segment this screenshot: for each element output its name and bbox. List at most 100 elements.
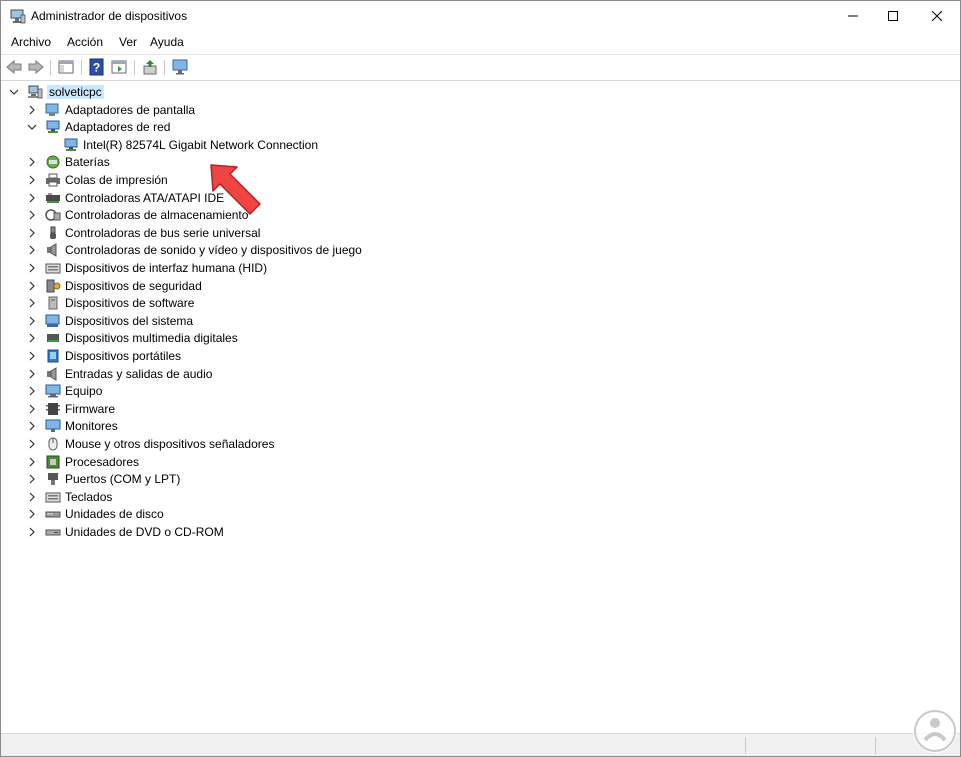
device-tree[interactable]: solveticpc Adaptadores de pantalla Adapta… [1,81,960,731]
root-label[interactable]: solveticpc [47,84,104,99]
expand-chevron-icon[interactable] [27,333,37,343]
expand-chevron-icon[interactable] [27,474,37,484]
ide-controller-icon [45,191,61,205]
tree-category-label[interactable]: Unidades de disco [65,507,164,521]
network-adapter-icon [45,120,61,134]
help-icon: ? [89,58,104,76]
back-button[interactable] [5,58,23,76]
tree-category-label[interactable]: Dispositivos de seguridad [65,279,202,293]
tree-category-label[interactable]: Mouse y otros dispositivos señaladores [65,437,274,451]
tree-category-label[interactable]: Controladoras de bus serie universal [65,226,260,240]
tree-category-item[interactable]: Unidades de disco [27,505,164,522]
expand-chevron-icon[interactable] [27,228,37,238]
tree-category-label[interactable]: Equipo [65,384,102,398]
show-hide-console-tree-button[interactable] [57,58,75,76]
expand-chevron-icon[interactable] [27,351,37,361]
expand-chevron-icon[interactable] [27,316,37,326]
collapse-chevron-icon[interactable] [9,87,19,97]
tree-category-item[interactable]: Puertos (COM y LPT) [27,470,180,487]
maximize-button[interactable] [871,1,915,31]
expand-chevron-icon[interactable] [27,386,37,396]
tree-category-label[interactable]: Dispositivos del sistema [65,314,193,328]
expand-chevron-icon[interactable] [27,157,37,167]
tree-category-label[interactable]: Adaptadores de red [65,120,170,134]
tree-category-item[interactable]: Equipo [27,382,102,399]
tree-category-item[interactable]: Dispositivos de software [27,294,194,311]
forward-button[interactable] [27,58,45,76]
network-device-label[interactable]: Intel(R) 82574L Gigabit Network Connecti… [83,138,318,152]
menu-accion[interactable]: Acción [67,35,103,49]
expand-chevron-icon[interactable] [27,439,37,449]
scan-hardware-button[interactable] [171,58,189,76]
tree-root[interactable]: solveticpc [9,83,104,100]
expand-chevron-icon[interactable] [27,193,37,203]
tree-category-label[interactable]: Colas de impresión [65,173,168,187]
expand-chevron-icon[interactable] [27,492,37,502]
tree-category-label[interactable]: Firmware [65,402,115,416]
expand-chevron-icon[interactable] [27,298,37,308]
update-driver-icon [143,60,157,75]
tree-category-label[interactable]: Entradas y salidas de audio [65,367,212,381]
tree-category-label[interactable]: Teclados [65,490,112,504]
properties-view-button[interactable] [110,58,128,76]
tree-category-item[interactable]: Dispositivos del sistema [27,312,193,329]
tree-category-label[interactable]: Controladoras de sonido y vídeo y dispos… [65,243,362,257]
tree-category-label[interactable]: Dispositivos de software [65,296,194,310]
close-button[interactable] [915,1,959,31]
tree-category-label[interactable]: Puertos (COM y LPT) [65,472,180,486]
tree-category-label[interactable]: Unidades de DVD o CD-ROM [65,525,224,539]
tree-category-label[interactable]: Controladoras ATA/ATAPI IDE [65,191,224,205]
software-device-icon [45,296,61,310]
minimize-button[interactable] [831,1,875,31]
expand-chevron-icon[interactable] [27,421,37,431]
menu-archivo[interactable]: Archivo [11,35,51,49]
tree-category-item[interactable]: Teclados [27,488,112,505]
tree-category-label[interactable]: Adaptadores de pantalla [65,103,195,117]
tree-category-label[interactable]: Procesadores [65,455,139,469]
collapse-chevron-icon[interactable] [27,122,37,132]
title-bar[interactable]: Administrador de dispositivos [1,1,960,31]
tree-category-item[interactable]: Colas de impresión [27,171,168,188]
tree-category-item[interactable]: Monitores [27,417,118,434]
tree-category-item[interactable]: Baterías [27,153,110,170]
expand-chevron-icon[interactable] [27,210,37,220]
expand-chevron-icon[interactable] [27,175,37,185]
tree-category-item[interactable]: Dispositivos de seguridad [27,277,202,294]
keyboard-icon [45,261,61,275]
expand-chevron-icon[interactable] [27,105,37,115]
tree-category-label[interactable]: Dispositivos portátiles [65,349,181,363]
tree-category-item[interactable]: Firmware [27,400,115,417]
toolbar: ? [1,54,960,81]
expand-chevron-icon[interactable] [27,404,37,414]
expand-chevron-icon[interactable] [27,263,37,273]
tree-category-item[interactable]: Controladoras de sonido y vídeo y dispos… [27,241,362,258]
tree-category-label[interactable]: Baterías [65,155,110,169]
expand-chevron-icon[interactable] [27,369,37,379]
expand-chevron-icon[interactable] [27,281,37,291]
toolbar-separator [164,60,165,75]
tree-category-label[interactable]: Dispositivos de interfaz humana (HID) [65,261,267,275]
tree-category-label[interactable]: Monitores [65,419,118,433]
tree-category-item[interactable]: Adaptadores de red [27,118,170,135]
update-driver-button[interactable] [141,58,159,76]
tree-category-item[interactable]: Procesadores [27,453,139,470]
help-button[interactable]: ? [88,58,106,76]
tree-category-item[interactable]: Entradas y salidas de audio [27,365,212,382]
expand-chevron-icon[interactable] [27,245,37,255]
tree-category-item[interactable]: Mouse y otros dispositivos señaladores [27,435,274,452]
tree-category-item[interactable]: Dispositivos de interfaz humana (HID) [27,259,267,276]
battery-icon [45,155,61,169]
tree-category-item[interactable]: Adaptadores de pantalla [27,101,195,118]
tree-category-item[interactable]: Dispositivos portátiles [27,347,181,364]
tree-category-item[interactable]: Controladoras ATA/ATAPI IDE [27,189,224,206]
tree-category-item[interactable]: Unidades de DVD o CD-ROM [27,523,224,540]
expand-chevron-icon[interactable] [27,457,37,467]
tree-category-label[interactable]: Dispositivos multimedia digitales [65,331,238,345]
expand-chevron-icon[interactable] [27,509,37,519]
menu-ver[interactable]: Ver [119,35,137,49]
expand-chevron-icon[interactable] [27,527,37,537]
tree-category-item[interactable]: Dispositivos multimedia digitales [27,329,238,346]
menu-ayuda[interactable]: Ayuda [150,35,184,49]
tree-device-item[interactable]: Intel(R) 82574L Gigabit Network Connecti… [63,136,318,153]
tree-category-item[interactable]: Controladoras de bus serie universal [27,224,260,241]
